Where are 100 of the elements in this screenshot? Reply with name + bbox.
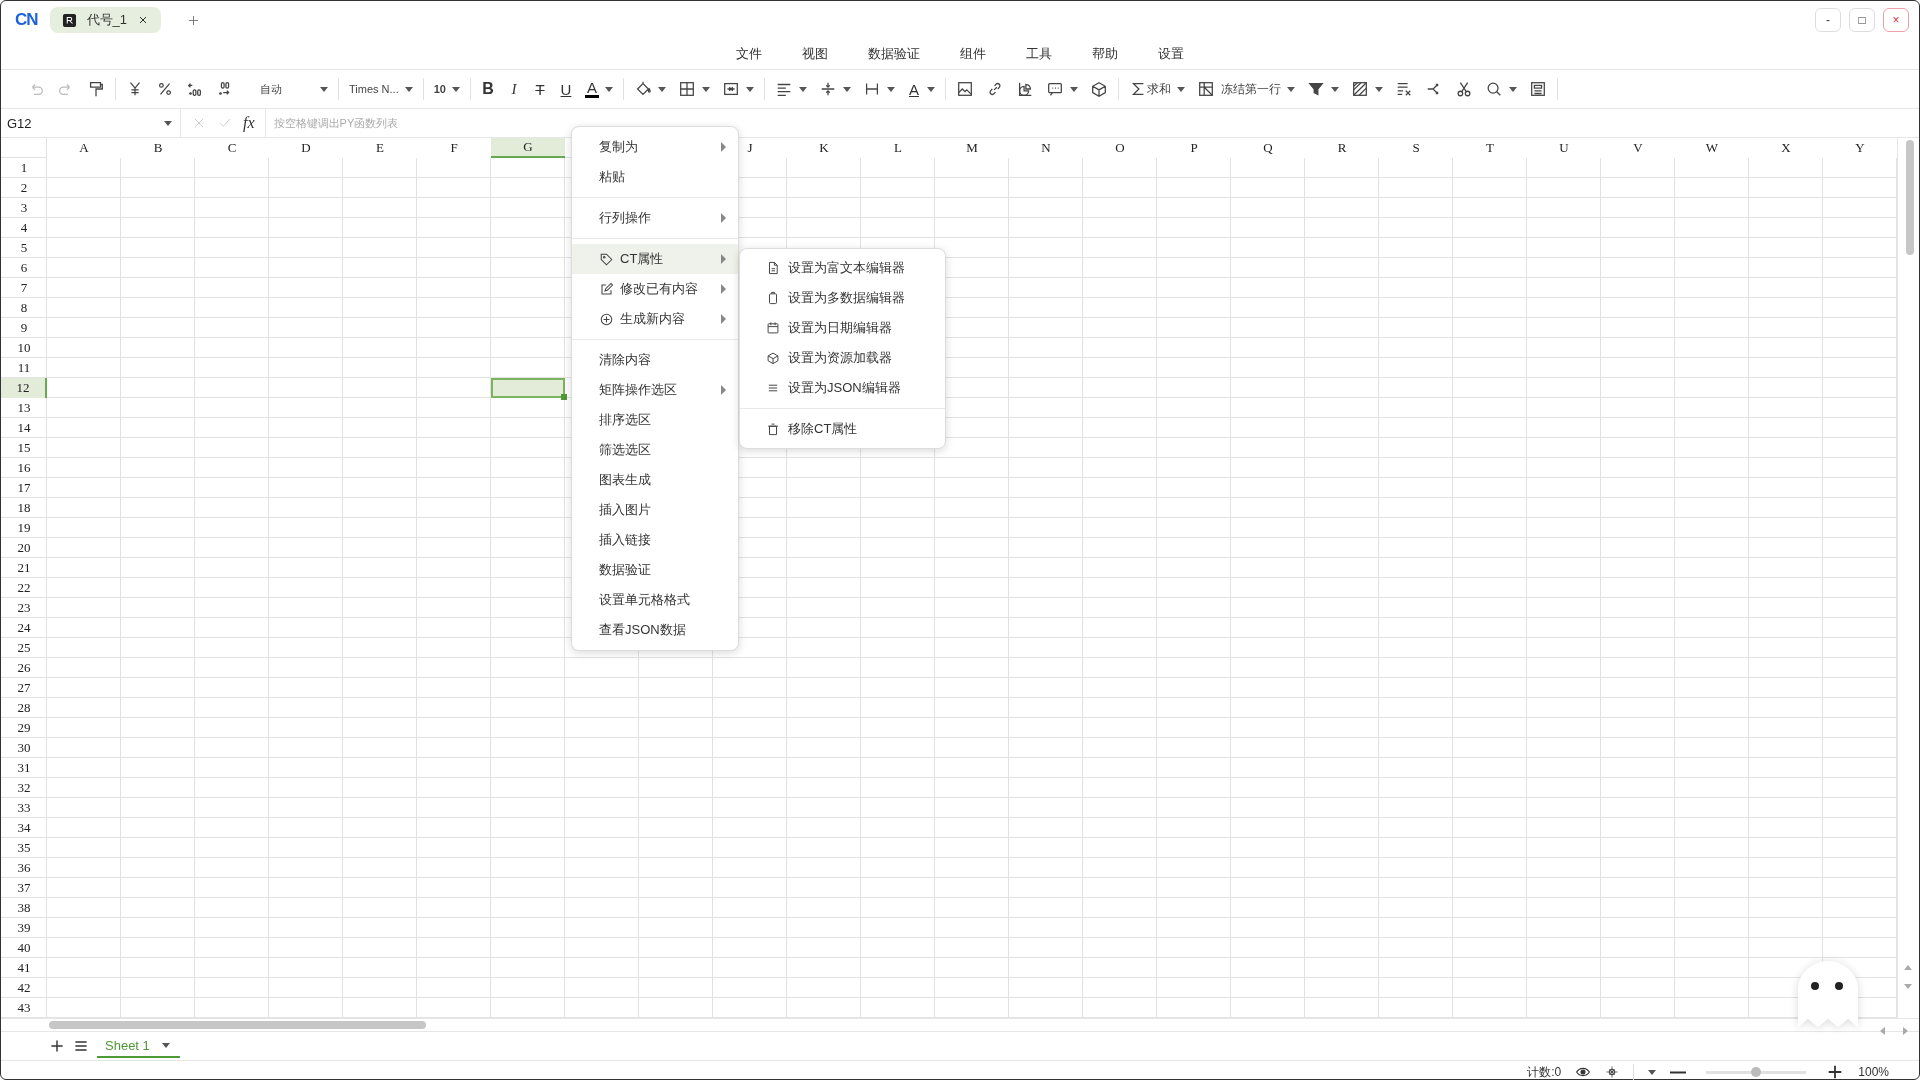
add-sheet-button[interactable] <box>49 1038 65 1054</box>
strike-button[interactable]: T <box>526 75 553 103</box>
row-header[interactable]: 3 <box>1 198 47 218</box>
sheet-tab[interactable]: Sheet 1 <box>97 1034 180 1058</box>
row-header[interactable]: 28 <box>1 698 47 718</box>
horizontal-scrollbar[interactable] <box>1 1018 1919 1032</box>
menu-item[interactable]: 工具 <box>1024 43 1054 65</box>
row-header[interactable]: 20 <box>1 538 47 558</box>
column-header[interactable]: F <box>417 138 491 158</box>
column-header[interactable]: E <box>343 138 417 158</box>
column-header[interactable]: K <box>787 138 861 158</box>
font-color-button[interactable]: A <box>578 75 619 103</box>
menu-item[interactable]: 帮助 <box>1090 43 1120 65</box>
row-header[interactable]: 34 <box>1 818 47 838</box>
column-header[interactable]: S <box>1379 138 1453 158</box>
menu-item[interactable]: 移除CT属性 <box>740 414 945 444</box>
menu-item[interactable]: 设置为资源加载器 <box>740 343 945 373</box>
row-header[interactable]: 32 <box>1 778 47 798</box>
column-header[interactable]: C <box>195 138 269 158</box>
row-header[interactable]: 13 <box>1 398 47 418</box>
scrollbar-thumb[interactable] <box>49 1021 426 1029</box>
row-header[interactable]: 33 <box>1 798 47 818</box>
column-header[interactable]: P <box>1157 138 1231 158</box>
menu-item[interactable]: 数据验证 <box>572 555 738 585</box>
menu-item[interactable]: 生成新内容 <box>572 304 738 334</box>
column-header[interactable]: D <box>269 138 343 158</box>
document-tab[interactable]: 代号_1 <box>49 7 162 33</box>
row-header[interactable]: 19 <box>1 518 47 538</box>
active-cell[interactable] <box>491 378 565 398</box>
row-header[interactable]: 18 <box>1 498 47 518</box>
minimize-button[interactable]: - <box>1815 8 1841 32</box>
menu-item[interactable]: 粘贴 <box>572 162 738 192</box>
menu-item[interactable]: 矩阵操作选区 <box>572 375 738 405</box>
row-header[interactable]: 14 <box>1 418 47 438</box>
row-header[interactable]: 21 <box>1 558 47 578</box>
column-header[interactable]: R <box>1305 138 1379 158</box>
column-header[interactable]: U <box>1527 138 1601 158</box>
menu-item[interactable]: 设置为日期编辑器 <box>740 313 945 343</box>
zoom-out-button[interactable] <box>1670 1070 1687 1074</box>
row-header[interactable]: 27 <box>1 678 47 698</box>
row-header[interactable]: 26 <box>1 658 47 678</box>
column-header[interactable]: A <box>47 138 121 158</box>
row-header[interactable]: 25 <box>1 638 47 658</box>
row-header[interactable]: 6 <box>1 258 47 278</box>
row-header[interactable]: 42 <box>1 978 47 998</box>
menu-item[interactable]: 组件 <box>958 43 988 65</box>
row-header[interactable]: 22 <box>1 578 47 598</box>
column-header[interactable]: W <box>1675 138 1749 158</box>
menu-item[interactable]: 数据验证 <box>866 43 922 65</box>
row-header[interactable]: 17 <box>1 478 47 498</box>
row-header[interactable]: 2 <box>1 178 47 198</box>
column-header[interactable]: Y <box>1823 138 1897 158</box>
menu-item[interactable]: 文件 <box>734 43 764 65</box>
close-button[interactable]: × <box>1883 8 1909 32</box>
row-header[interactable]: 38 <box>1 898 47 918</box>
column-header[interactable]: O <box>1083 138 1157 158</box>
row-header[interactable]: 40 <box>1 938 47 958</box>
text-direction-button[interactable]: A <box>900 75 941 103</box>
row-header[interactable]: 23 <box>1 598 47 618</box>
row-header[interactable]: 43 <box>1 998 47 1018</box>
menu-item[interactable]: 行列操作 <box>572 203 738 233</box>
column-header[interactable]: T <box>1453 138 1527 158</box>
row-header[interactable]: 41 <box>1 958 47 978</box>
menu-item[interactable]: 插入链接 <box>572 525 738 555</box>
row-header[interactable]: 16 <box>1 458 47 478</box>
column-header[interactable]: M <box>935 138 1009 158</box>
font-family-dropdown[interactable]: Times N... <box>343 75 419 103</box>
scrollbar-thumb[interactable] <box>1906 140 1914 255</box>
menu-item[interactable]: 设置为多数据编辑器 <box>740 283 945 313</box>
sheet-list-button[interactable] <box>73 1038 89 1054</box>
italic-button[interactable]: I <box>500 75 527 103</box>
row-header[interactable]: 5 <box>1 238 47 258</box>
menu-item[interactable]: 设置 <box>1156 43 1186 65</box>
menu-item[interactable]: 设置为富文本编辑器 <box>740 253 945 283</box>
row-header[interactable]: 8 <box>1 298 47 318</box>
menu-item[interactable]: 设置单元格格式 <box>572 585 738 615</box>
row-header[interactable]: 35 <box>1 838 47 858</box>
row-header[interactable]: 36 <box>1 858 47 878</box>
row-header[interactable]: 24 <box>1 618 47 638</box>
row-header[interactable]: 4 <box>1 218 47 238</box>
menu-item[interactable]: 修改已有内容 <box>572 274 738 304</box>
menu-item[interactable]: 设置为JSON编辑器 <box>740 373 945 403</box>
menu-item[interactable]: 图表生成 <box>572 465 738 495</box>
row-header[interactable]: 12 <box>1 378 47 398</box>
menu-item[interactable]: 筛选选区 <box>572 435 738 465</box>
row-header[interactable]: 7 <box>1 278 47 298</box>
row-header[interactable]: 37 <box>1 878 47 898</box>
menu-item[interactable]: CT属性 <box>572 244 738 274</box>
locate-button[interactable] <box>1605 1065 1620 1079</box>
column-header[interactable]: Q <box>1231 138 1305 158</box>
column-header[interactable]: B <box>121 138 195 158</box>
number-format-dropdown[interactable]: 自动 <box>254 75 334 103</box>
column-header[interactable]: N <box>1009 138 1083 158</box>
row-header[interactable]: 31 <box>1 758 47 778</box>
menu-item[interactable]: 查看JSON数据 <box>572 615 738 645</box>
column-header[interactable]: G <box>491 138 565 158</box>
freeze-button[interactable]: 冻结第一行 <box>1190 75 1301 103</box>
name-box[interactable]: G12 <box>1 109 181 137</box>
underline-button[interactable]: U <box>552 75 579 103</box>
sum-button[interactable]: 求和 <box>1122 75 1191 103</box>
